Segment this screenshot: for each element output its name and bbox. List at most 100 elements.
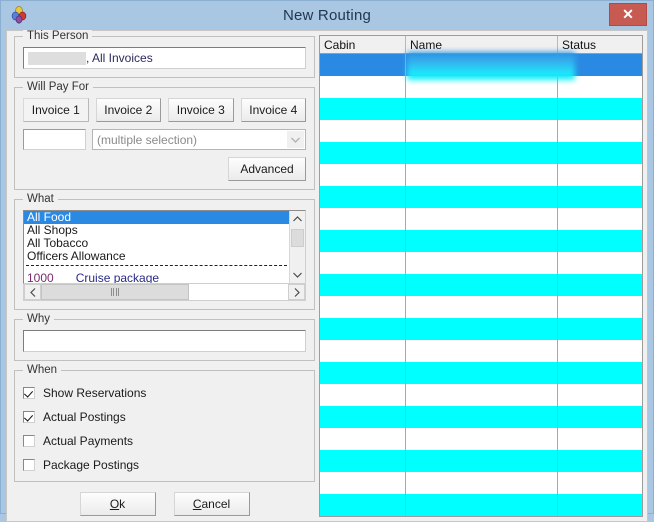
table-cell-name [406, 494, 558, 516]
scroll-down-icon[interactable] [290, 267, 305, 283]
table-row[interactable] [320, 450, 642, 472]
invoice-3-button[interactable]: Invoice 3 [168, 98, 234, 122]
what-listbox[interactable]: All Food All Shops All Tobacco Officers … [23, 210, 306, 284]
checkbox-label: Package Postings [43, 458, 140, 472]
this-person-value: , All Invoices [86, 51, 153, 65]
table-row[interactable] [320, 230, 642, 252]
grid-body[interactable] [320, 54, 642, 516]
table-cell-cabin [320, 142, 406, 164]
table-row[interactable] [320, 76, 642, 98]
invoice-4-button[interactable]: Invoice 4 [240, 98, 306, 122]
table-cell-status [558, 98, 642, 120]
table-row[interactable] [320, 98, 642, 120]
list-item[interactable]: Officers Allowance [24, 250, 289, 263]
table-cell-name [406, 164, 558, 186]
invoice-2-button[interactable]: Invoice 2 [95, 98, 161, 122]
table-cell-status [558, 428, 642, 450]
checkbox-row-actual-postings[interactable]: Actual Postings [23, 405, 306, 429]
table-row[interactable] [320, 54, 642, 76]
checkbox-label: Actual Postings [43, 410, 126, 424]
advanced-row: Advanced [23, 157, 306, 181]
invoice-1-button[interactable]: Invoice 1 [23, 98, 89, 122]
table-cell-name [406, 384, 558, 406]
grip-icon [110, 288, 120, 296]
table-row[interactable] [320, 274, 642, 296]
new-routing-dialog: New Routing ✕ This Person , All Invoices… [0, 0, 654, 522]
table-cell-cabin [320, 208, 406, 230]
table-row[interactable] [320, 406, 642, 428]
why-input[interactable] [23, 330, 306, 352]
table-cell-cabin [320, 450, 406, 472]
scroll-up-icon[interactable] [290, 211, 305, 227]
table-row[interactable] [320, 186, 642, 208]
table-cell-cabin [320, 98, 406, 120]
this-person-legend: This Person [23, 30, 93, 42]
table-row[interactable] [320, 340, 642, 362]
invoice-combo-value: (multiple selection) [97, 132, 198, 147]
scroll-right-icon[interactable] [288, 284, 305, 300]
cancel-button[interactable]: Cancel [173, 492, 250, 516]
invoice-selection-row: (multiple selection) [23, 129, 306, 150]
cancel-rest: ancel [201, 497, 231, 511]
list-item[interactable]: 1000 Cruise package [24, 271, 289, 284]
table-cell-cabin [320, 428, 406, 450]
checkbox-show-reservations[interactable] [23, 387, 35, 399]
why-legend: Why [23, 313, 54, 325]
table-cell-cabin [320, 164, 406, 186]
column-header-name[interactable]: Name [406, 36, 558, 53]
table-row[interactable] [320, 120, 642, 142]
column-header-cabin[interactable]: Cabin [320, 36, 406, 53]
title-bar[interactable]: New Routing ✕ [1, 1, 653, 30]
what-vertical-scrollbar[interactable] [289, 211, 305, 283]
table-row[interactable] [320, 142, 642, 164]
checkbox-row-actual-payments[interactable]: Actual Payments [23, 429, 306, 453]
checkbox-label: Show Reservations [43, 386, 147, 400]
checkbox-row-show-reservations[interactable]: Show Reservations [23, 381, 306, 405]
table-cell-name [406, 54, 558, 76]
table-cell-name [406, 296, 558, 318]
vscroll-track[interactable] [290, 227, 305, 267]
table-row[interactable] [320, 252, 642, 274]
table-cell-name [406, 340, 558, 362]
right-pane: Cabin Name Status [319, 31, 647, 521]
table-row[interactable] [320, 494, 642, 516]
table-row[interactable] [320, 362, 642, 384]
table-cell-cabin [320, 362, 406, 384]
table-cell-name [406, 406, 558, 428]
passenger-grid[interactable]: Cabin Name Status [319, 35, 643, 517]
table-row[interactable] [320, 208, 642, 230]
table-row[interactable] [320, 384, 642, 406]
checkbox-label: Actual Payments [43, 434, 134, 448]
balloons-icon [10, 5, 30, 25]
invoice-combo[interactable]: (multiple selection) [92, 129, 306, 150]
table-row[interactable] [320, 164, 642, 186]
hscroll-thumb[interactable] [41, 284, 190, 300]
table-cell-status [558, 362, 642, 384]
table-cell-status [558, 274, 642, 296]
checkbox-package-postings[interactable] [23, 459, 35, 471]
what-horizontal-scrollbar[interactable] [23, 284, 306, 301]
table-cell-cabin [320, 274, 406, 296]
invoice-number-input[interactable] [23, 129, 86, 150]
table-row[interactable] [320, 296, 642, 318]
table-row[interactable] [320, 318, 642, 340]
column-header-status[interactable]: Status [558, 36, 642, 53]
table-row[interactable] [320, 472, 642, 494]
close-button[interactable]: ✕ [609, 3, 647, 26]
this-person-input[interactable]: , All Invoices [23, 47, 306, 69]
checkbox-actual-payments[interactable] [23, 435, 35, 447]
chevron-down-icon[interactable] [287, 131, 304, 148]
table-cell-status [558, 494, 642, 516]
list-item-desc: Cruise package [75, 271, 160, 284]
hscroll-track[interactable] [41, 284, 288, 300]
scroll-left-icon[interactable] [24, 284, 41, 300]
why-group: Why [14, 313, 315, 361]
what-legend: What [23, 193, 58, 205]
checkbox-actual-postings[interactable] [23, 411, 35, 423]
advanced-button[interactable]: Advanced [228, 157, 306, 181]
table-row[interactable] [320, 428, 642, 450]
vscroll-thumb[interactable] [291, 229, 304, 247]
ok-button[interactable]: Ok [79, 492, 156, 516]
when-legend: When [23, 364, 62, 376]
checkbox-row-package-postings[interactable]: Package Postings [23, 453, 306, 477]
